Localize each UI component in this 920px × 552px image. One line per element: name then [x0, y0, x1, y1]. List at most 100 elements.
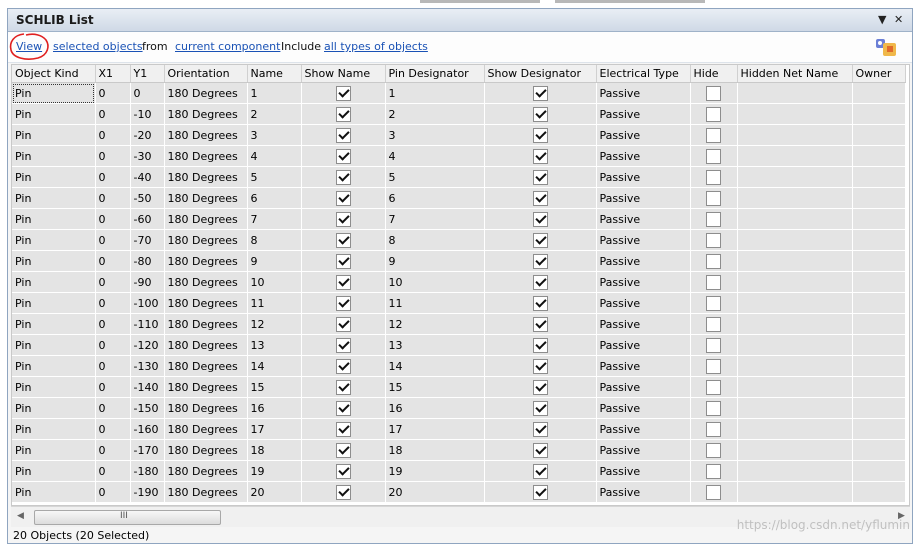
cell-orientation[interactable]: 180 Degrees — [164, 208, 248, 230]
cell-pin-designator[interactable]: 3 — [385, 124, 485, 146]
show-name-checkbox[interactable] — [335, 211, 351, 227]
cell-name[interactable]: 17 — [247, 418, 302, 440]
show-name-checkbox[interactable] — [335, 442, 351, 458]
cell-pin-designator[interactable]: 18 — [385, 439, 485, 461]
table-row[interactable]: Pin 0 -60 180 Degrees 7 7 Passive — [12, 208, 906, 230]
cell-name[interactable]: 2 — [247, 103, 302, 125]
hide-checkbox[interactable] — [706, 85, 721, 101]
hide-checkbox[interactable] — [706, 358, 721, 374]
cell-hidden-net-name[interactable] — [737, 187, 853, 209]
current-component-link[interactable]: current component — [175, 40, 280, 53]
show-name-checkbox[interactable] — [335, 253, 351, 269]
close-x-icon[interactable]: ✕ — [894, 13, 903, 26]
cell-name[interactable]: 4 — [247, 145, 302, 167]
cell-pin-designator[interactable]: 9 — [385, 250, 485, 272]
table-row[interactable]: Pin 0 -170 180 Degrees 18 18 Passive — [12, 439, 906, 461]
show-name-checkbox[interactable] — [335, 463, 351, 479]
cell-hidden-net-name[interactable] — [737, 439, 853, 461]
cell-pin-designator[interactable]: 10 — [385, 271, 485, 293]
cell-object-kind[interactable]: Pin — [12, 439, 96, 461]
cell-name[interactable]: 7 — [247, 208, 302, 230]
hide-checkbox[interactable] — [706, 253, 721, 269]
cell-y1[interactable]: -180 — [130, 460, 165, 482]
hide-checkbox[interactable] — [706, 232, 721, 248]
cell-orientation[interactable]: 180 Degrees — [164, 166, 248, 188]
cell-orientation[interactable]: 180 Degrees — [164, 397, 248, 419]
cell-orientation[interactable]: 180 Degrees — [164, 481, 248, 503]
cell-object-kind[interactable]: Pin — [12, 166, 96, 188]
cell-owner[interactable] — [852, 376, 906, 398]
show-name-checkbox[interactable] — [335, 232, 351, 248]
cell-pin-designator[interactable]: 19 — [385, 460, 485, 482]
cell-owner[interactable] — [852, 166, 906, 188]
cell-object-kind[interactable]: Pin — [12, 82, 96, 104]
cell-x1[interactable]: 0 — [95, 313, 131, 335]
show-name-checkbox[interactable] — [335, 106, 351, 122]
cell-hidden-net-name[interactable] — [737, 145, 853, 167]
cell-orientation[interactable]: 180 Degrees — [164, 313, 248, 335]
table-row[interactable]: Pin 0 -190 180 Degrees 20 20 Passive — [12, 481, 906, 503]
table-row[interactable]: Pin 0 0 180 Degrees 1 1 Passive — [12, 82, 906, 104]
cell-x1[interactable]: 0 — [95, 208, 131, 230]
cell-hidden-net-name[interactable] — [737, 103, 853, 125]
cell-hidden-net-name[interactable] — [737, 250, 853, 272]
cell-pin-designator[interactable]: 4 — [385, 145, 485, 167]
cell-orientation[interactable]: 180 Degrees — [164, 271, 248, 293]
show-designator-checkbox[interactable] — [532, 106, 548, 122]
hide-checkbox[interactable] — [706, 106, 721, 122]
show-designator-checkbox[interactable] — [532, 148, 548, 164]
show-designator-checkbox[interactable] — [532, 421, 548, 437]
cell-orientation[interactable]: 180 Degrees — [164, 250, 248, 272]
cell-orientation[interactable]: 180 Degrees — [164, 334, 248, 356]
cell-pin-designator[interactable]: 5 — [385, 166, 485, 188]
show-name-checkbox[interactable] — [335, 484, 351, 500]
cell-object-kind[interactable]: Pin — [12, 292, 96, 314]
col-header-x1[interactable]: X1 — [95, 65, 131, 83]
cell-x1[interactable]: 0 — [95, 250, 131, 272]
cell-orientation[interactable]: 180 Degrees — [164, 229, 248, 251]
show-name-checkbox[interactable] — [335, 274, 351, 290]
cell-y1[interactable]: -20 — [130, 124, 165, 146]
cell-hidden-net-name[interactable] — [737, 397, 853, 419]
show-name-checkbox[interactable] — [335, 85, 351, 101]
cell-electrical-type[interactable]: Passive — [596, 334, 691, 356]
show-name-checkbox[interactable] — [335, 169, 351, 185]
cell-y1[interactable]: -50 — [130, 187, 165, 209]
table-row[interactable]: Pin 0 -150 180 Degrees 16 16 Passive — [12, 397, 906, 419]
hide-checkbox[interactable] — [706, 337, 721, 353]
show-designator-checkbox[interactable] — [532, 211, 548, 227]
hide-checkbox[interactable] — [706, 127, 721, 143]
cell-x1[interactable]: 0 — [95, 124, 131, 146]
col-header-orientation[interactable]: Orientation — [164, 65, 248, 83]
cell-electrical-type[interactable]: Passive — [596, 124, 691, 146]
cell-pin-designator[interactable]: 16 — [385, 397, 485, 419]
cell-object-kind[interactable]: Pin — [12, 124, 96, 146]
hide-checkbox[interactable] — [706, 463, 721, 479]
cell-name[interactable]: 16 — [247, 397, 302, 419]
cell-pin-designator[interactable]: 12 — [385, 313, 485, 335]
selected-objects-link[interactable]: selected objects — [53, 40, 143, 53]
cell-object-kind[interactable]: Pin — [12, 103, 96, 125]
table-row[interactable]: Pin 0 -110 180 Degrees 12 12 Passive — [12, 313, 906, 335]
cell-name[interactable]: 8 — [247, 229, 302, 251]
cell-x1[interactable]: 0 — [95, 439, 131, 461]
cell-pin-designator[interactable]: 8 — [385, 229, 485, 251]
cell-object-kind[interactable]: Pin — [12, 376, 96, 398]
col-header-owner[interactable]: Owner — [852, 65, 906, 83]
cell-x1[interactable]: 0 — [95, 292, 131, 314]
cell-orientation[interactable]: 180 Degrees — [164, 103, 248, 125]
show-designator-checkbox[interactable] — [532, 295, 548, 311]
table-row[interactable]: Pin 0 -160 180 Degrees 17 17 Passive — [12, 418, 906, 440]
show-name-checkbox[interactable] — [335, 358, 351, 374]
cell-electrical-type[interactable]: Passive — [596, 229, 691, 251]
cell-hidden-net-name[interactable] — [737, 334, 853, 356]
cell-x1[interactable]: 0 — [95, 103, 131, 125]
show-designator-checkbox[interactable] — [532, 379, 548, 395]
cell-y1[interactable]: -60 — [130, 208, 165, 230]
table-row[interactable]: Pin 0 -20 180 Degrees 3 3 Passive — [12, 124, 906, 146]
show-name-checkbox[interactable] — [335, 421, 351, 437]
cell-hidden-net-name[interactable] — [737, 418, 853, 440]
hide-checkbox[interactable] — [706, 421, 721, 437]
cell-electrical-type[interactable]: Passive — [596, 187, 691, 209]
table-row[interactable]: Pin 0 -10 180 Degrees 2 2 Passive — [12, 103, 906, 125]
